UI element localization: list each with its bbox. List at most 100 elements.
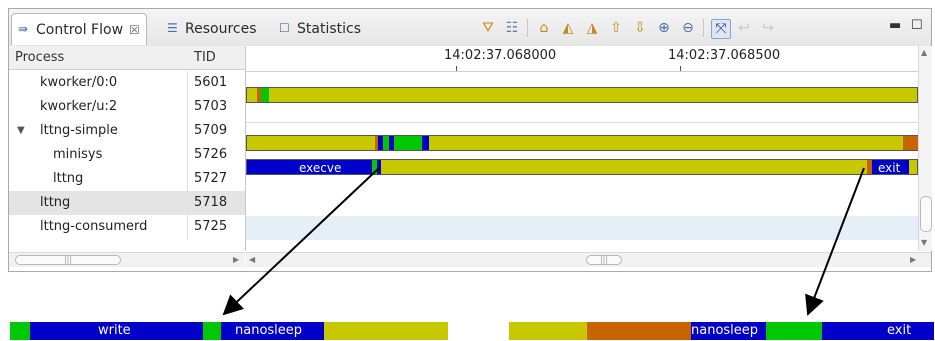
column-header-process[interactable]: Process xyxy=(9,46,188,70)
process-tree: Process TID kworker/0:0 5601 kworker/u:2… xyxy=(9,46,246,251)
legend-icon[interactable]: ☷ xyxy=(503,19,521,37)
state-bar[interactable] xyxy=(246,135,918,151)
filter-icon[interactable]: ⛛ xyxy=(479,19,497,37)
column-divider xyxy=(187,119,188,143)
process-name: kworker/u:2 xyxy=(40,99,118,114)
time-scale[interactable]: 14:02:37.068000 14:02:37.068500 xyxy=(246,46,918,72)
state-segment-exit xyxy=(822,322,934,340)
statistics-icon: ☐ xyxy=(279,21,290,35)
tab-statistics-label: Statistics xyxy=(297,20,361,37)
state-bar[interactable]: execve exit xyxy=(246,159,918,175)
close-icon[interactable]: ☒ xyxy=(129,23,140,37)
process-name: lttng-consumerd xyxy=(40,219,148,234)
zoom-in-icon[interactable]: ⊕ xyxy=(655,19,673,37)
toolbar-separator xyxy=(703,19,704,37)
next-event-icon[interactable]: ⇩ xyxy=(631,19,649,37)
time-tick-mark xyxy=(680,66,681,71)
tid-value: 5601 xyxy=(194,75,228,90)
zoom-detail-right: nanosleep exit xyxy=(509,322,934,340)
state-label-execve: execve xyxy=(299,161,342,175)
tid-value: 5725 xyxy=(194,219,228,234)
tree-row[interactable]: minisys 5726 xyxy=(9,143,245,167)
process-name: kworker/0:0 xyxy=(40,75,118,90)
scroll-up-icon[interactable]: ▲ xyxy=(921,48,927,57)
zoom-detail-left: write nanosleep xyxy=(10,322,448,340)
toolbar-separator xyxy=(527,19,528,37)
tid-value: 5727 xyxy=(194,171,228,186)
zoom-label-exit: exit xyxy=(887,323,912,338)
time-tick-label: 14:02:37.068000 xyxy=(444,48,557,63)
previous-event-icon[interactable]: ⇧ xyxy=(607,19,625,37)
zoom-label-nanosleep: nanosleep xyxy=(691,323,759,338)
selected-row-highlight xyxy=(246,216,918,240)
zoom-label-nanosleep: nanosleep xyxy=(235,323,303,338)
state-segment[interactable] xyxy=(903,136,918,150)
state-segment xyxy=(509,322,587,340)
tree-row[interactable]: ▼ lttng-simple 5709 xyxy=(9,119,245,143)
follow-arrow-back-icon[interactable]: ↩ xyxy=(735,19,753,37)
state-segment xyxy=(203,322,221,340)
scroll-left-icon[interactable]: ◀ xyxy=(249,255,255,264)
state-segment[interactable] xyxy=(394,136,406,150)
time-graph[interactable]: 14:02:37.068000 14:02:37.068500 execve e… xyxy=(246,46,918,251)
state-segment[interactable] xyxy=(422,136,429,150)
tree-row[interactable]: kworker/u:2 5703 xyxy=(9,95,245,119)
state-bar[interactable] xyxy=(246,87,918,103)
select-next-icon[interactable]: ◮ xyxy=(583,19,601,37)
column-divider xyxy=(187,143,188,167)
state-segment xyxy=(10,322,30,340)
tid-value: 5718 xyxy=(194,195,228,210)
time-tick-mark xyxy=(456,66,457,71)
tid-value: 5703 xyxy=(194,99,228,114)
row-separator xyxy=(246,122,918,123)
tid-value: 5709 xyxy=(194,123,228,138)
state-segment[interactable] xyxy=(406,136,422,150)
tab-bar: ⇛ Control Flow ☒ ☰ Resources ☐ Statistic… xyxy=(9,9,931,47)
state-label-exit: exit xyxy=(878,161,901,175)
process-name: lttng xyxy=(40,195,71,210)
scroll-thumb[interactable]: ||| xyxy=(15,255,121,265)
scroll-right-icon[interactable]: ▶ xyxy=(233,255,239,264)
tree-row[interactable]: lttng 5727 xyxy=(9,167,245,191)
process-name: lttng xyxy=(53,171,84,186)
column-divider xyxy=(187,215,188,239)
column-divider xyxy=(187,71,188,95)
tree-horizontal-scrollbar[interactable]: ||| ▶ xyxy=(9,252,245,267)
zoom-label-write: write xyxy=(98,323,131,338)
tab-control-flow[interactable]: ⇛ Control Flow ☒ xyxy=(11,13,147,45)
scroll-right-icon[interactable]: ▶ xyxy=(910,255,916,264)
scroll-thumb[interactable]: ||| xyxy=(586,255,622,265)
tree-row[interactable]: lttng-consumerd 5725 xyxy=(9,215,245,239)
maximize-icon[interactable]: ☐ xyxy=(911,18,923,33)
hide-arrows-icon[interactable]: ⤧ xyxy=(711,19,731,39)
tree-row[interactable]: kworker/0:0 5601 xyxy=(9,71,245,95)
tree-row-selected[interactable]: lttng 5718 xyxy=(9,191,245,215)
column-header-tid[interactable]: TID xyxy=(188,46,245,70)
graph-horizontal-scrollbar[interactable]: ◀ ||| ▶ xyxy=(246,252,931,267)
time-tick-label: 14:02:37.068500 xyxy=(668,48,781,63)
tab-statistics[interactable]: ☐ Statistics xyxy=(279,13,361,44)
follow-arrow-forward-icon[interactable]: ↪ xyxy=(759,19,777,37)
state-segment[interactable] xyxy=(261,88,269,102)
tab-resources-label: Resources xyxy=(185,20,257,37)
column-divider xyxy=(187,95,188,119)
state-segment xyxy=(324,322,448,340)
column-divider xyxy=(187,191,188,215)
column-divider xyxy=(187,167,188,191)
zoom-out-icon[interactable]: ⊖ xyxy=(679,19,697,37)
select-previous-icon[interactable]: ◭ xyxy=(559,19,577,37)
tab-resources[interactable]: ☰ Resources xyxy=(167,13,257,44)
control-flow-view: ⇛ Control Flow ☒ ☰ Resources ☐ Statistic… xyxy=(8,8,932,272)
resources-icon: ☰ xyxy=(167,21,178,35)
process-name: lttng-simple xyxy=(40,123,118,138)
control-flow-icon: ⇛ xyxy=(18,22,29,36)
tid-value: 5726 xyxy=(194,147,228,162)
expand-triangle-icon[interactable]: ▼ xyxy=(17,119,25,143)
vertical-scrollbar[interactable]: ▲ ▼ xyxy=(918,46,932,251)
home-icon[interactable]: ⌂ xyxy=(535,19,553,37)
scroll-thumb[interactable] xyxy=(920,196,932,232)
scroll-down-icon[interactable]: ▼ xyxy=(921,238,927,247)
tab-control-flow-label: Control Flow xyxy=(36,21,124,38)
minimize-icon[interactable]: ▬ xyxy=(889,18,901,33)
state-segment[interactable] xyxy=(377,160,381,174)
